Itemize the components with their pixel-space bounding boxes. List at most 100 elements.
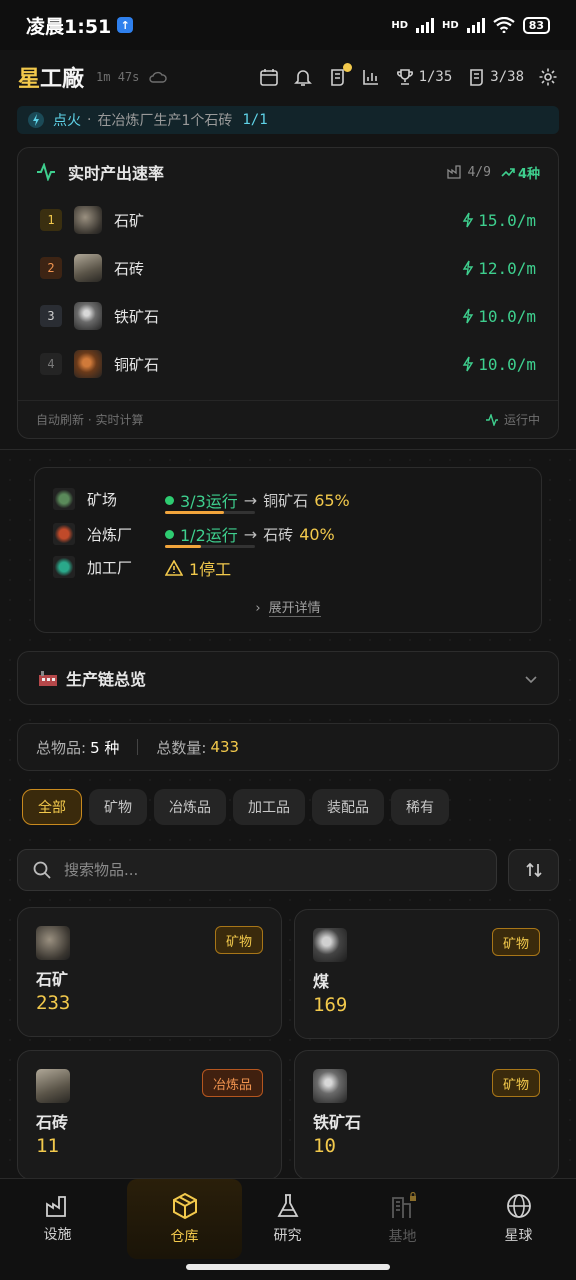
lightning-icon: [462, 308, 474, 324]
total-items-value: 5 种: [90, 738, 120, 757]
quest-separator: ·: [87, 112, 92, 128]
item-count: 169: [313, 994, 348, 1016]
item-name: 石矿: [36, 970, 69, 989]
facility-name: 冶炼厂: [87, 525, 133, 544]
stone-ore-icon: [36, 926, 70, 960]
filter-all[interactable]: 全部: [22, 789, 82, 825]
building-lock-icon: [391, 1192, 416, 1218]
current-quest-bar[interactable]: 点火 · 在冶炼厂生产1个石砖 1/1: [17, 106, 559, 134]
item-count: 11: [36, 1135, 59, 1157]
mine-arrow: →: [243, 490, 258, 510]
rank-badge: 4: [40, 353, 62, 375]
lightning-icon: [462, 356, 474, 372]
logo-star: 星: [18, 67, 41, 92]
inventory-card-stone-ore[interactable]: 矿物 石矿 233: [17, 907, 282, 1037]
search-icon: [33, 861, 51, 879]
category-tag: 矿物: [214, 926, 263, 954]
scroll-icon[interactable]: [327, 63, 352, 87]
inventory-card-iron-ore[interactable]: 矿物 铁矿石 10: [294, 1050, 559, 1180]
filter-assembled[interactable]: 装配品: [312, 789, 384, 825]
resource-name: 铁矿石: [114, 307, 160, 326]
total-qty-value: 433: [210, 738, 240, 756]
iron-ore-icon: [313, 1069, 347, 1103]
rate-value: 12.0/m: [462, 259, 536, 278]
mine-status: 3/3运行 → 铜矿石 65%: [165, 488, 350, 512]
mine-percent: 65%: [314, 490, 350, 510]
production-chain-toggle[interactable]: 生产链总览: [17, 651, 559, 705]
rate-value: 15.0/m: [462, 211, 536, 230]
category-filter: 全部 矿物 冶炼品 加工品 装配品 稀有: [22, 789, 449, 825]
filter-smelted[interactable]: 冶炼品: [154, 789, 226, 825]
rate-footer-left: 自动刷新 · 实时计算: [36, 413, 144, 427]
nav-warehouse[interactable]: 仓库: [127, 1179, 242, 1259]
hd-badge: HD: [391, 19, 409, 31]
chain-title: 生产链总览: [66, 670, 147, 689]
session-timer: 1m 47s: [96, 70, 140, 84]
item-name: 煤: [313, 972, 330, 991]
lightning-icon: [28, 112, 44, 128]
quest-scroll-icon: [470, 69, 484, 86]
warning-icon: [165, 560, 183, 576]
status-time: 凌晨1:51: [26, 15, 112, 38]
battery-indicator: 83: [522, 16, 550, 34]
search-input[interactable]: [64, 861, 482, 879]
home-indicator[interactable]: [186, 1264, 390, 1270]
rate-row[interactable]: 3 铁矿石 10.0/m: [18, 292, 558, 340]
inventory-card-stone-brick[interactable]: 冶炼品 石砖 11: [17, 1050, 282, 1180]
calendar-icon[interactable]: [259, 67, 279, 87]
mine-icon: [53, 488, 75, 510]
quest-label: 点火: [53, 113, 81, 129]
nav-facilities[interactable]: 设施: [0, 1179, 115, 1259]
rate-row[interactable]: 2 石砖 12.0/m: [18, 244, 558, 292]
trend-badge: 4种: [501, 163, 540, 182]
resource-icon: [74, 206, 102, 234]
item-name: 石砖: [36, 1113, 69, 1132]
running-dot: [165, 495, 174, 505]
bell-icon[interactable]: [293, 67, 313, 87]
facility-summary-card: 矿场 3/3运行 → 铜矿石 65% 冶炼厂 1/2运行 → 石砖 40% 加工…: [34, 467, 542, 633]
facility-row-smelter[interactable]: 冶炼厂: [53, 523, 132, 545]
category-tag: 矿物: [491, 928, 540, 956]
trophy-button[interactable]: 1/35: [395, 67, 453, 87]
total-items-label: 总物品:: [36, 738, 87, 757]
facility-row-workshop[interactable]: 加工厂: [53, 556, 132, 578]
nav-base[interactable]: 基地: [345, 1179, 460, 1259]
expand-details-button[interactable]: › 展开详情: [35, 597, 541, 617]
bottom-navigation: 设施 仓库 研究 基地 星球: [0, 1178, 576, 1280]
resource-name: 铜矿石: [114, 355, 160, 374]
nav-label: 仓库: [170, 1229, 199, 1245]
trophy-count: 1/35: [418, 69, 453, 85]
production-rate-panel: 实时产出速率 4/9 4种 1 石矿 15.0/m 2 石砖 12.0/m 3 铁矿石 10.0…: [17, 147, 559, 439]
rank-badge: 3: [40, 305, 62, 327]
scroll-quest-button[interactable]: 3/38: [466, 67, 524, 87]
filter-minerals[interactable]: 矿物: [89, 789, 147, 825]
resource-icon: [74, 254, 102, 282]
total-qty-label: 总数量:: [156, 738, 207, 757]
mine-product: 铜矿石: [263, 491, 309, 510]
globe-icon: [506, 1194, 531, 1218]
chevron-right-icon: ›: [255, 601, 261, 616]
bar-chart-icon[interactable]: [361, 67, 381, 87]
item-count: 10: [313, 1135, 336, 1157]
sort-button[interactable]: [508, 849, 559, 891]
category-tag: 矿物: [491, 1069, 540, 1097]
running-text: 运行中: [503, 413, 540, 427]
status-bar: 凌晨1:51 ↑ HD HD 83: [0, 0, 576, 50]
rate-row[interactable]: 4 铜矿石 10.0/m: [18, 340, 558, 388]
nav-label: 星球: [504, 1228, 533, 1244]
nav-planet[interactable]: 星球: [461, 1179, 576, 1259]
rate-row[interactable]: 1 石矿 15.0/m: [18, 196, 558, 244]
smelter-status-text: 1/2运行: [180, 526, 238, 545]
nav-research[interactable]: 研究: [230, 1179, 345, 1259]
rate-panel-title: 实时产出速率: [68, 164, 165, 183]
inventory-card-coal[interactable]: 矿物 煤 169: [294, 909, 559, 1039]
settings-gear-icon[interactable]: [538, 67, 558, 87]
factory-count-text: 4/9: [467, 164, 491, 180]
running-dot: [165, 529, 174, 539]
filter-rare[interactable]: 稀有: [391, 789, 449, 825]
filter-processed[interactable]: 加工品: [233, 789, 305, 825]
factory-count: 4/9: [447, 163, 491, 182]
facility-row-mine[interactable]: 矿场: [53, 488, 117, 510]
search-bar: [17, 849, 497, 891]
trophy-icon: [396, 69, 413, 85]
